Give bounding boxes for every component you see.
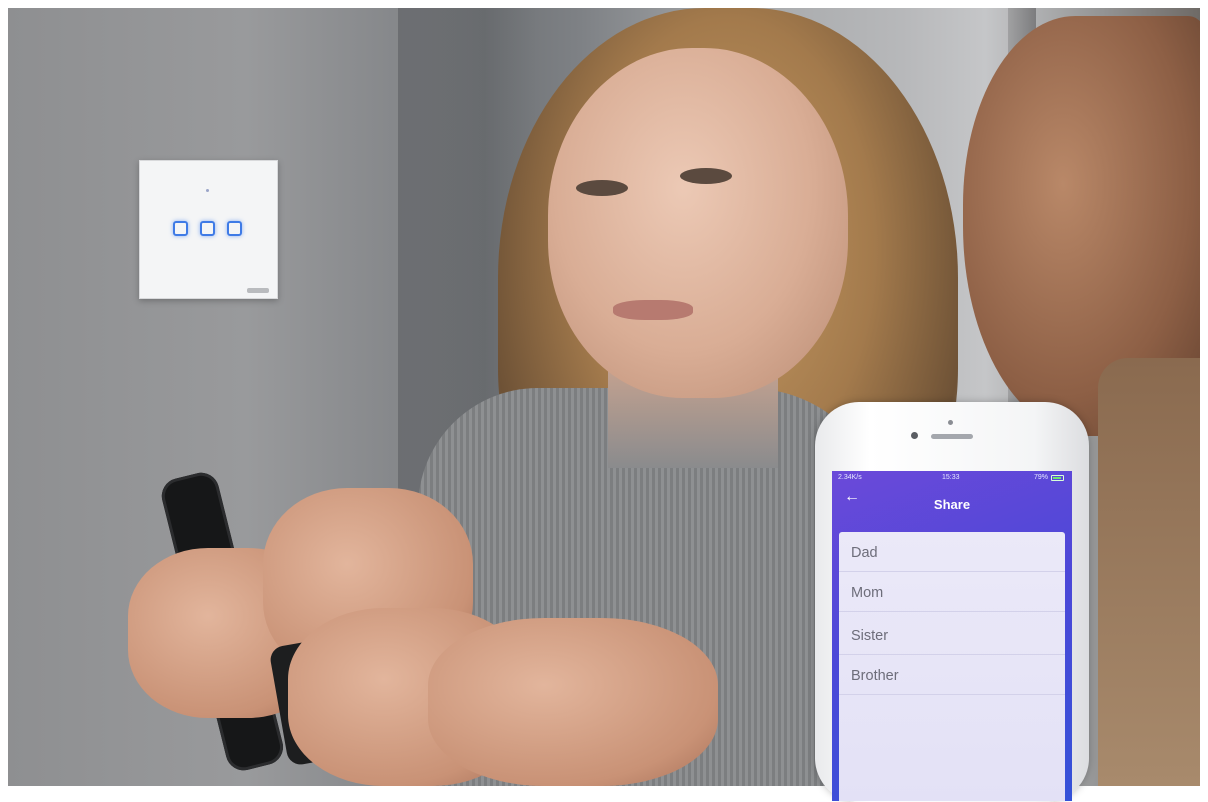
- page-title: Share: [933, 497, 971, 512]
- contact-label: Brother: [851, 668, 899, 684]
- contact-label: Dad: [851, 545, 878, 561]
- right-hand: [428, 618, 718, 786]
- woman-lips: [613, 300, 693, 320]
- white-smartphone: 2.34K/s 15:33 79% ← Share Dad Mom Sister…: [815, 402, 1089, 802]
- phone-speaker: [931, 434, 973, 439]
- man-shirt: [1098, 358, 1200, 786]
- battery-level: 79%: [1033, 474, 1048, 481]
- woman-face: [548, 48, 848, 398]
- contact-label: Mom: [851, 585, 884, 601]
- woman-eye-right: [680, 168, 732, 184]
- switch-touch-button-2: [200, 221, 215, 236]
- contact-item-mom[interactable]: Mom: [839, 572, 1065, 612]
- wall-smart-switch: [139, 160, 278, 299]
- switch-brand-mark: [247, 288, 269, 293]
- share-contact-list: Dad Mom Sister Brother: [839, 532, 1065, 801]
- contact-label: Sister: [851, 628, 889, 644]
- battery-icon: [1051, 475, 1064, 481]
- contact-item-sister[interactable]: Sister: [839, 615, 1065, 655]
- network-speed: 2.34K/s: [838, 474, 862, 481]
- contact-item-brother[interactable]: Brother: [839, 655, 1065, 695]
- woman-eye-left: [576, 180, 628, 196]
- front-camera-icon: [911, 432, 918, 439]
- status-bar: 2.34K/s 15:33 79%: [832, 471, 1072, 485]
- switch-touch-button-3: [227, 221, 242, 236]
- status-time: 15:33: [942, 474, 960, 481]
- switch-touch-button-1: [173, 221, 188, 236]
- contact-item-dad[interactable]: Dad: [839, 532, 1065, 572]
- app-screen: 2.34K/s 15:33 79% ← Share Dad Mom Sister…: [832, 471, 1072, 801]
- switch-indicator-light: [206, 189, 209, 192]
- phone-sensor: [948, 420, 953, 425]
